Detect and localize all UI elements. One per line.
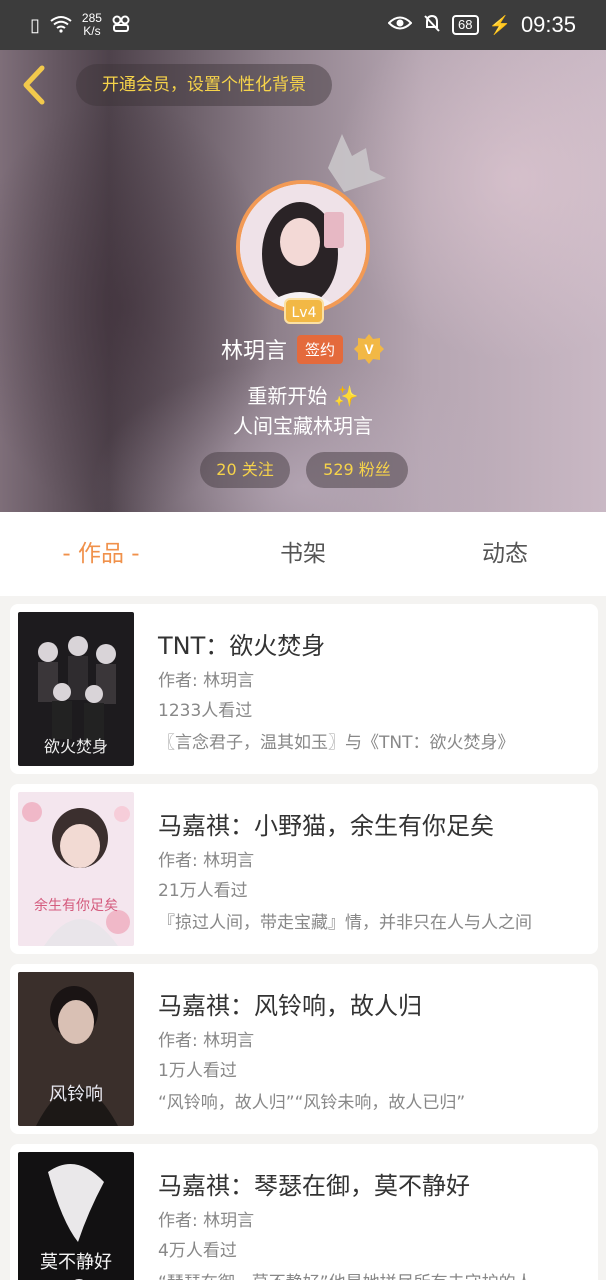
avatar[interactable] [236,180,370,314]
svg-text:余生有你足矣: 余生有你足矣 [34,897,118,914]
work-views: 21万人看过 [158,881,248,901]
work-card[interactable]: 欲火焚身 TNT：欲火焚身 作者: 林玥言 1233人看过 〖言念君子，温其如玉… [10,604,598,774]
tab-works[interactable]: - 作品 - [0,512,202,596]
vip-background-prompt[interactable]: 开通会员，设置个性化背景 [76,64,332,106]
work-description: “风铃响，故人归”“风铃未响，故人已归” [158,1093,466,1113]
work-author: 作者: 林玥言 [158,851,255,871]
work-author: 作者: 林玥言 [158,1031,255,1051]
work-views: 1万人看过 [158,1061,237,1081]
user-name: 林玥言 [220,339,287,364]
following-count[interactable]: 20 关注 [200,452,290,488]
work-card[interactable]: 余生有你足矣 马嘉祺：小野猫，余生有你足矣 作者: 林玥言 21万人看过 『掠过… [10,784,598,954]
tab-activity[interactable]: 动态 [404,512,606,596]
svg-text:欲火焚身: 欲火焚身 [44,737,108,756]
crown-icon [328,134,386,192]
work-description: 〖言念君子，温其如玉〗与《TNT：欲火焚身》 [158,733,515,753]
book-cover[interactable]: 欲火焚身 [18,612,134,766]
battery-indicator: 68 [452,15,479,35]
book-cover[interactable]: 余生有你足矣 [18,792,134,946]
status-bar: ▯ 285 K/s 68 ⚡ 09:35 [0,0,606,50]
work-title[interactable]: 马嘉祺：琴瑟在御，莫不静好 [158,1166,470,1201]
work-views: 4万人看过 [158,1241,237,1261]
bio-line-1: 重新开始 ✨ [247,384,359,408]
sim-icon: ▯ [30,15,40,35]
net-speed: 285 K/s [81,11,102,38]
signed-badge: 签约 [297,334,344,364]
profile-tabs: - 作品 - 书架 动态 [0,512,606,596]
tab-bookshelf[interactable]: 书架 [202,512,404,596]
work-description: “琴瑟在御，莫不静好”他是她拼尽所有去守护的人 [158,1268,558,1280]
svg-text:莫不静好: 莫不静好 [40,1252,112,1273]
wifi-icon [50,15,72,36]
book-cover[interactable]: 风铃响 [18,972,134,1126]
work-title[interactable]: 马嘉祺：小野猫，余生有你足矣 [158,806,494,841]
book-cover[interactable]: 莫不静好 [18,1152,134,1280]
work-card[interactable]: 莫不静好 马嘉祺：琴瑟在御，莫不静好 作者: 林玥言 4万人看过 “琴瑟在御，莫… [10,1144,598,1280]
followers-count[interactable]: 529 粉丝 [306,452,408,488]
bio-line-2: 人间宝藏林玥言 [233,414,373,438]
mute-bell-icon [422,13,442,38]
verified-icon: V [353,333,385,365]
level-badge: Lv4 [284,298,324,324]
work-card[interactable]: 风铃响 马嘉祺：风铃响，故人归 作者: 林玥言 1万人看过 “风铃响，故人归”“… [10,964,598,1134]
svg-text:V: V [364,341,374,357]
work-title[interactable]: TNT：欲火焚身 [158,626,325,661]
work-views: 1233人看过 [158,701,253,721]
work-author: 作者: 林玥言 [158,671,255,691]
profile-banner: ▯ 285 K/s 68 ⚡ 09:35 开通会员，设置个性化背景 Lv4 林玥… [0,0,606,512]
work-author: 作者: 林玥言 [158,1211,255,1231]
svg-text:风铃响: 风铃响 [49,1084,103,1105]
work-title[interactable]: 马嘉祺：风铃响，故人归 [158,986,422,1021]
works-list: 欲火焚身 TNT：欲火焚身 作者: 林玥言 1233人看过 〖言念君子，温其如玉… [10,604,598,1280]
back-button[interactable] [16,64,52,106]
charging-icon: ⚡ [488,15,511,35]
work-description: 『掠过人间，带走宝藏』情，并非只在人与人之间 [158,913,532,933]
app-notification-icon [112,15,130,36]
eye-icon [387,14,413,37]
clock: 09:35 [520,12,576,37]
